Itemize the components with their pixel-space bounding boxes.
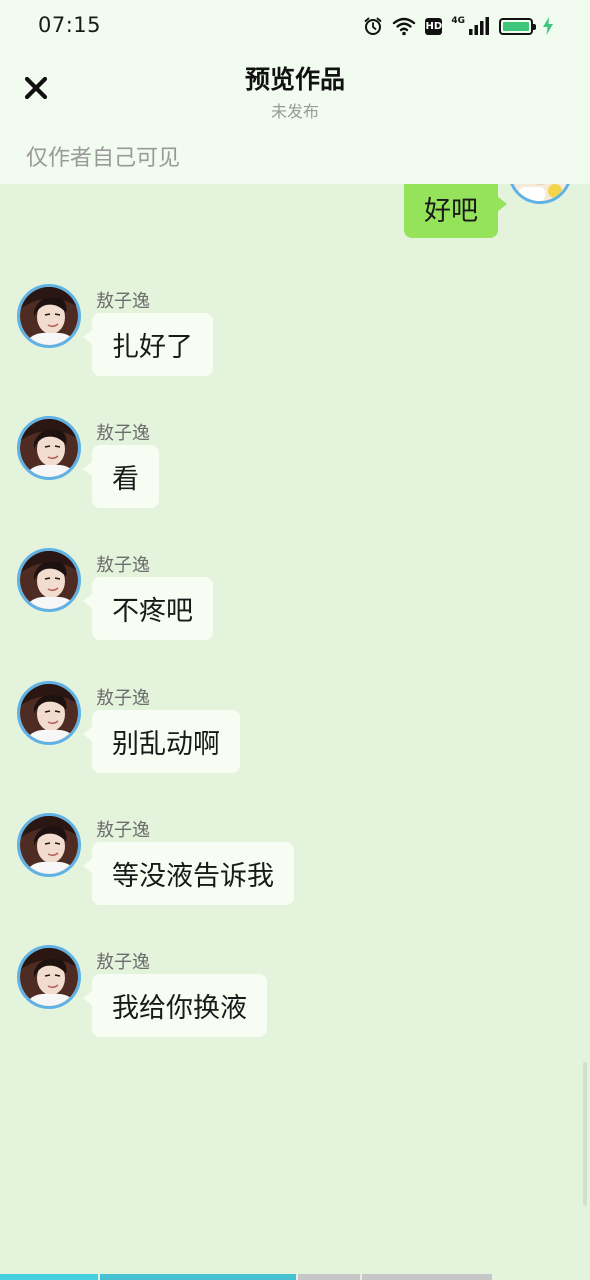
message-bubble[interactable]: 别乱动啊 <box>83 710 240 773</box>
message-text: 等没液告诉我 <box>112 861 274 892</box>
chat-message: 敖子逸 扎好了 <box>0 284 590 394</box>
chat-message: 敖子逸 看 <box>0 416 590 526</box>
message-bubble[interactable]: 扎好了 <box>83 313 213 376</box>
sender-avatar[interactable] <box>17 681 81 745</box>
progress-segment-remaining <box>362 1274 492 1280</box>
scroll-indicator[interactable] <box>583 1062 587 1206</box>
progress-segment-played <box>100 1274 296 1280</box>
message-bubble[interactable]: 看 <box>83 445 159 508</box>
playback-progress-bar[interactable] <box>0 1274 590 1280</box>
charging-icon <box>542 16 554 36</box>
sender-avatar[interactable] <box>17 416 81 480</box>
sender-name: 敖子逸 <box>96 555 150 576</box>
page-subtitle: 未发布 <box>270 102 319 121</box>
sender-name: 敖子逸 <box>96 952 150 973</box>
sender-name: 敖子逸 <box>96 423 150 444</box>
status-time: 07:15 <box>38 13 102 37</box>
top-area: 07:15 HD 4G 预览作品 未发布 仅作者自己可见 <box>0 0 590 184</box>
avatar-image <box>20 816 78 874</box>
message-bubble[interactable]: 不疼吧 <box>83 577 213 640</box>
status-bar: 07:15 HD 4G <box>0 0 590 52</box>
avatar-image <box>20 287 78 345</box>
sender-avatar[interactable] <box>17 284 81 348</box>
chat-message: 敖子逸 别乱动啊 <box>0 681 590 791</box>
avatar-image <box>20 419 78 477</box>
sender-avatar[interactable] <box>17 813 81 877</box>
visibility-note: 仅作者自己可见 <box>26 146 181 171</box>
avatar-image <box>20 948 78 1006</box>
message-text: 我给你换液 <box>112 993 247 1024</box>
message-text: 不疼吧 <box>112 596 193 627</box>
sender-name: 敖子逸 <box>96 688 150 709</box>
network-type-label: 4G <box>451 16 465 26</box>
avatar-image <box>20 551 78 609</box>
message-text: 别乱动啊 <box>112 729 220 760</box>
self-avatar-image <box>511 184 569 201</box>
message-text: 扎好了 <box>112 332 193 363</box>
self-message: 好吧 <box>0 184 590 248</box>
sender-name: 敖子逸 <box>96 291 150 312</box>
sender-avatar[interactable] <box>17 945 81 1009</box>
self-message-text: 好吧 <box>424 195 478 227</box>
wifi-icon <box>392 16 416 36</box>
message-text: 看 <box>112 464 139 495</box>
self-message-bubble[interactable]: 好吧 <box>404 184 507 238</box>
self-avatar[interactable] <box>508 184 572 204</box>
message-bubble[interactable]: 我给你换液 <box>83 974 267 1037</box>
chat-message: 敖子逸 等没液告诉我 <box>0 813 590 923</box>
chat-area[interactable]: 好吧 敖子逸 扎好了 敖子逸 看 敖子逸 不疼吧 敖子逸 别乱动啊 敖子逸 等没… <box>0 184 590 1274</box>
status-icons: HD 4G <box>363 14 554 38</box>
hd-icon: HD <box>425 17 443 35</box>
signal-icon <box>468 16 490 36</box>
chat-message: 敖子逸 我给你换液 <box>0 945 590 1055</box>
alarm-icon <box>363 16 383 36</box>
chat-message: 敖子逸 不疼吧 <box>0 548 590 658</box>
progress-segment-played <box>0 1274 98 1280</box>
page-title: 预览作品 <box>244 65 345 94</box>
sender-avatar[interactable] <box>17 548 81 612</box>
progress-segment-remaining <box>298 1274 360 1280</box>
sender-name: 敖子逸 <box>96 820 150 841</box>
battery-icon <box>499 17 536 35</box>
battery-level-fill <box>503 21 529 31</box>
message-bubble[interactable]: 等没液告诉我 <box>83 842 294 905</box>
avatar-image <box>20 684 78 742</box>
